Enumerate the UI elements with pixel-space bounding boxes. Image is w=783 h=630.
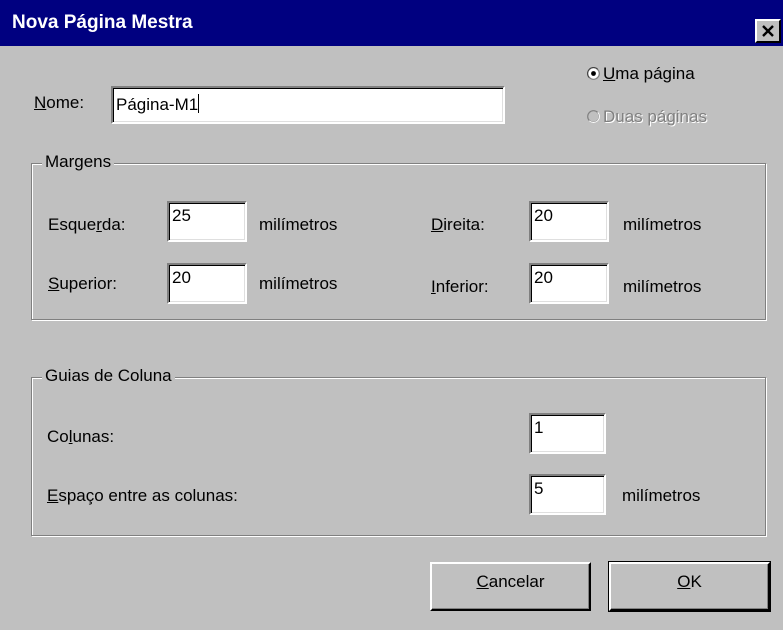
- bottom-margin-unit: milímetros: [623, 277, 702, 296]
- bottom-margin-input[interactable]: 20: [529, 263, 609, 304]
- gutter-unit: milímetros: [622, 486, 701, 505]
- single-page-label[interactable]: Uma página: [603, 64, 695, 84]
- column-guides-group: [31, 377, 766, 536]
- left-margin-unit: milímetros: [259, 215, 338, 234]
- text-caret: [198, 94, 200, 113]
- gutter-label: Espaço entre as colunas:: [47, 486, 238, 505]
- name-label: Nome:: [34, 93, 85, 112]
- title-bar[interactable]: Nova Página Mestra: [0, 0, 783, 46]
- double-page-label: Duas páginas: [603, 107, 707, 126]
- ok-button[interactable]: OK: [608, 561, 771, 612]
- new-master-page-dialog: Nova Página Mestra Nome: Página-M1 Uma p…: [0, 0, 783, 630]
- dialog-title: Nova Página Mestra: [12, 12, 193, 33]
- columns-input[interactable]: 1: [529, 413, 606, 454]
- cancel-button[interactable]: Cancelar: [430, 562, 591, 611]
- columns-label: Colunas:: [47, 427, 115, 446]
- top-margin-input[interactable]: 20: [167, 263, 247, 304]
- double-page-radio[interactable]: [587, 110, 600, 123]
- column-guides-group-title: Guias de Coluna: [42, 366, 175, 386]
- margins-group-title: Margens: [42, 152, 115, 172]
- top-margin-unit: milímetros: [259, 274, 338, 293]
- bottom-margin-label: Inferior:: [431, 277, 489, 296]
- gutter-input[interactable]: 5: [529, 474, 606, 515]
- close-icon: [762, 25, 774, 37]
- name-value: Página-M1: [116, 95, 199, 114]
- name-input[interactable]: Página-M1: [111, 86, 505, 124]
- single-page-radio[interactable]: [587, 67, 600, 80]
- close-button[interactable]: [755, 19, 781, 43]
- left-margin-input[interactable]: 25: [167, 201, 247, 242]
- right-margin-input[interactable]: 20: [529, 201, 609, 242]
- right-margin-unit: milímetros: [623, 215, 702, 234]
- top-margin-label: Superior:: [48, 274, 117, 293]
- left-margin-label: Esquerda:: [48, 215, 126, 234]
- right-margin-label: Direita:: [431, 215, 485, 234]
